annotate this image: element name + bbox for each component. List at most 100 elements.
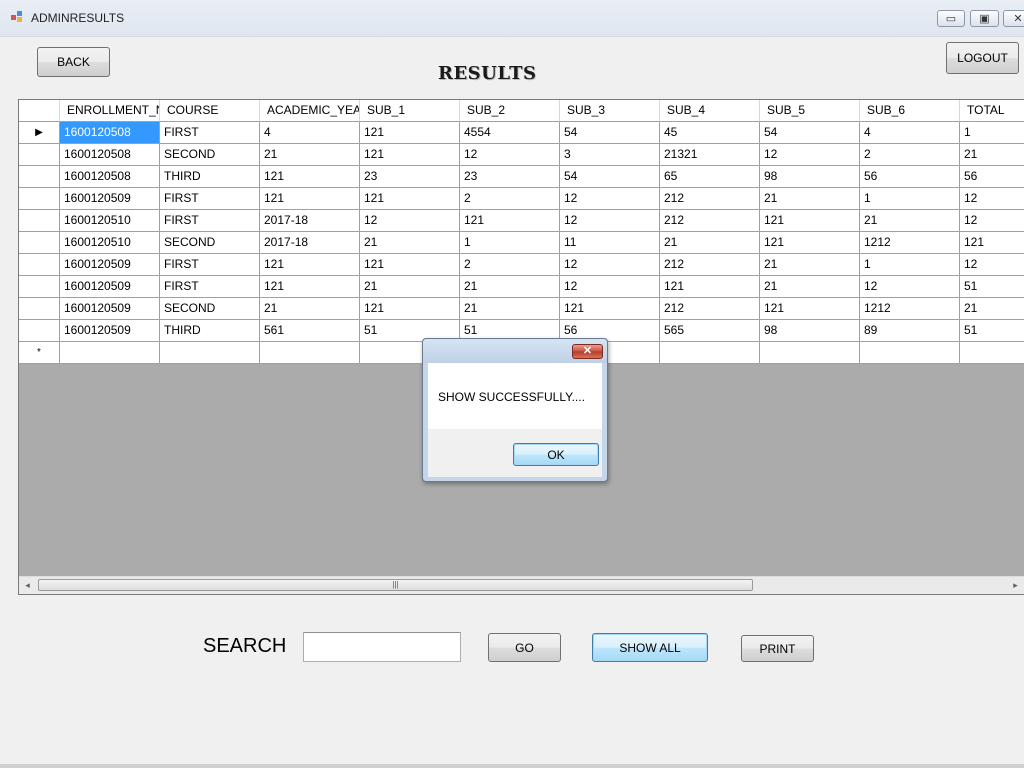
table-row[interactable]: 1600120509 FIRST 121 121 2 12 212 21 1 12 — [19, 188, 1024, 210]
table-cell[interactable]: 21 — [260, 298, 360, 320]
row-header[interactable] — [19, 166, 60, 188]
table-cell[interactable]: 12 — [960, 188, 1024, 210]
print-button[interactable]: PRINT — [741, 635, 814, 662]
table-cell[interactable]: 121 — [360, 188, 460, 210]
close-button[interactable]: ✕ — [1003, 10, 1024, 27]
table-cell-empty[interactable] — [760, 342, 860, 364]
table-cell[interactable]: 212 — [660, 254, 760, 276]
column-header[interactable]: SUB_6 — [860, 100, 960, 122]
row-header[interactable] — [19, 144, 60, 166]
table-cell[interactable]: 21 — [760, 276, 860, 298]
table-cell[interactable]: 21 — [460, 298, 560, 320]
table-row[interactable]: 1600120508 SECOND 21 121 12 3 21321 12 2 21 — [19, 144, 1024, 166]
table-cell[interactable]: 121 — [360, 298, 460, 320]
dialog-ok-button[interactable]: OK — [513, 443, 599, 466]
table-cell[interactable]: 56 — [860, 166, 960, 188]
column-header[interactable]: SUB_1 — [360, 100, 460, 122]
table-cell[interactable]: 121 — [260, 254, 360, 276]
grid-header-row[interactable]: ENROLLMENT_NOCOURSEACADEMIC_YEARSUB_1SUB… — [19, 100, 1024, 122]
table-cell[interactable]: 21 — [460, 276, 560, 298]
table-cell[interactable]: 121 — [360, 254, 460, 276]
table-cell[interactable]: 89 — [860, 320, 960, 342]
table-cell[interactable]: 1600120508 — [60, 122, 160, 144]
column-header[interactable]: TOTAL — [960, 100, 1024, 122]
table-cell[interactable]: 1600120509 — [60, 276, 160, 298]
table-cell[interactable]: SECOND — [160, 298, 260, 320]
table-cell[interactable]: 12 — [460, 144, 560, 166]
table-cell[interactable]: 23 — [360, 166, 460, 188]
table-cell[interactable]: 121 — [360, 144, 460, 166]
table-cell[interactable]: 21 — [860, 210, 960, 232]
table-row[interactable]: 1600120509 SECOND 21 121 21 121 212 121 1212 21 — [19, 298, 1024, 320]
table-cell[interactable]: THIRD — [160, 166, 260, 188]
table-cell[interactable]: 11 — [560, 232, 660, 254]
table-row[interactable]: 1600120509 FIRST 121 21 21 12 121 21 12 51 — [19, 276, 1024, 298]
column-header[interactable]: SUB_2 — [460, 100, 560, 122]
table-cell[interactable]: 2 — [460, 188, 560, 210]
table-cell[interactable]: 121 — [260, 188, 360, 210]
row-header[interactable] — [19, 320, 60, 342]
scroll-thumb[interactable]: ||| — [38, 579, 753, 591]
table-row[interactable]: 1600120508 THIRD 121 23 23 54 65 98 56 56 — [19, 166, 1024, 188]
table-cell[interactable]: 12 — [960, 210, 1024, 232]
table-cell[interactable]: 21 — [760, 188, 860, 210]
table-cell[interactable]: 21 — [760, 254, 860, 276]
table-cell[interactable]: 1600120508 — [60, 166, 160, 188]
table-cell[interactable]: 12 — [860, 276, 960, 298]
table-cell-empty[interactable] — [960, 342, 1024, 364]
table-cell[interactable]: 121 — [760, 298, 860, 320]
go-button[interactable]: GO — [488, 633, 561, 662]
table-cell[interactable]: FIRST — [160, 210, 260, 232]
table-cell[interactable]: 121 — [960, 232, 1024, 254]
table-cell-empty[interactable] — [860, 342, 960, 364]
table-cell[interactable]: 21 — [960, 144, 1024, 166]
scroll-right-icon[interactable]: ▸ — [1007, 577, 1024, 594]
table-cell[interactable]: 12 — [360, 210, 460, 232]
table-cell[interactable]: 565 — [660, 320, 760, 342]
table-cell[interactable]: 1 — [860, 188, 960, 210]
table-cell[interactable]: 12 — [560, 254, 660, 276]
horizontal-scrollbar[interactable]: ◂ ||| ▸ — [19, 576, 1024, 594]
back-button[interactable]: BACK — [37, 47, 110, 77]
column-header[interactable]: SUB_4 — [660, 100, 760, 122]
column-header[interactable]: COURSE — [160, 100, 260, 122]
table-cell[interactable]: THIRD — [160, 320, 260, 342]
table-cell[interactable]: 12 — [560, 276, 660, 298]
table-cell[interactable]: 21321 — [660, 144, 760, 166]
table-cell[interactable]: 1600120508 — [60, 144, 160, 166]
table-cell[interactable]: 1600120510 — [60, 232, 160, 254]
table-cell[interactable]: 12 — [560, 188, 660, 210]
table-cell[interactable]: 212 — [660, 210, 760, 232]
table-cell[interactable]: 2 — [460, 254, 560, 276]
table-cell[interactable]: 561 — [260, 320, 360, 342]
table-cell[interactable]: 212 — [660, 298, 760, 320]
maximize-button[interactable]: ▣ — [970, 10, 999, 27]
table-cell[interactable]: SECOND — [160, 144, 260, 166]
table-cell[interactable]: 21 — [960, 298, 1024, 320]
show-all-button[interactable]: SHOW ALL — [592, 633, 708, 662]
row-header[interactable] — [19, 188, 60, 210]
table-cell[interactable]: 51 — [960, 320, 1024, 342]
table-cell[interactable]: 1600120509 — [60, 188, 160, 210]
table-cell[interactable]: 4 — [860, 122, 960, 144]
table-cell[interactable]: 45 — [660, 122, 760, 144]
table-cell[interactable]: FIRST — [160, 122, 260, 144]
grid-corner-header[interactable] — [19, 100, 60, 122]
table-cell[interactable]: 212 — [660, 188, 760, 210]
table-cell[interactable]: 65 — [660, 166, 760, 188]
table-cell[interactable]: 121 — [360, 122, 460, 144]
table-cell[interactable]: 54 — [560, 166, 660, 188]
table-cell[interactable]: 21 — [660, 232, 760, 254]
row-header[interactable] — [19, 276, 60, 298]
table-cell[interactable]: SECOND — [160, 232, 260, 254]
table-cell[interactable]: 98 — [760, 166, 860, 188]
table-cell[interactable]: 121 — [560, 298, 660, 320]
table-cell[interactable]: 2 — [860, 144, 960, 166]
table-cell-empty[interactable] — [160, 342, 260, 364]
table-cell-empty[interactable] — [660, 342, 760, 364]
table-cell[interactable]: 54 — [560, 122, 660, 144]
table-cell[interactable]: 1 — [860, 254, 960, 276]
table-cell[interactable]: 23 — [460, 166, 560, 188]
table-cell[interactable]: 121 — [760, 210, 860, 232]
table-cell[interactable]: 12 — [960, 254, 1024, 276]
